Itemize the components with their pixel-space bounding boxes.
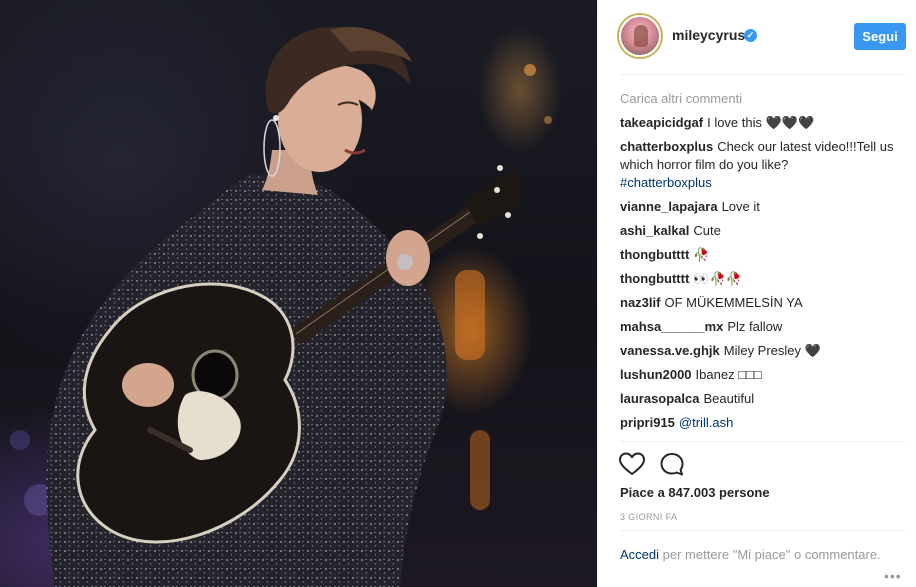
post-details-panel: mileycyrus ✓ Segui Carica altri commenti… — [597, 0, 916, 587]
likes-count[interactable]: Piace a 847.003 persone — [620, 485, 770, 500]
more-options-icon[interactable]: ••• — [884, 568, 902, 584]
post-photo-illustration — [10, 26, 552, 587]
comment-item: thongbutttt 👀🥀🥀 — [620, 270, 910, 288]
comment-hashtag-link[interactable]: #chatterboxplus — [620, 175, 712, 190]
comment-username[interactable]: lushun2000 — [620, 367, 692, 382]
comment-item: naz3lif OF MÜKEMMELSİN YA — [620, 294, 910, 312]
comment-username[interactable]: vanessa.ve.ghjk — [620, 343, 720, 358]
comment-item: pripri915 @trill.ash — [620, 414, 910, 432]
post-timestamp[interactable]: 3 GIORNI FA — [620, 512, 677, 522]
comment-text: Ibanez □□□ — [695, 367, 762, 382]
verified-badge-icon: ✓ — [744, 29, 757, 42]
comment-text: Plz fallow — [727, 319, 783, 334]
comment-item: mahsa______mx Plz fallow — [620, 318, 910, 336]
post-header: mileycyrus ✓ Segui — [598, 0, 916, 74]
avatar[interactable] — [619, 15, 661, 57]
comment-username[interactable]: laurasopalca — [620, 391, 700, 406]
login-prompt: Accedi per mettere "Mi piace" o commenta… — [620, 545, 900, 564]
login-link[interactable]: Accedi — [620, 547, 659, 562]
load-more-comments-link[interactable]: Carica altri commenti — [620, 90, 910, 108]
comment-item: lushun2000 Ibanez □□□ — [620, 366, 910, 384]
comment-text: I love this 🖤🖤🖤 — [707, 115, 815, 130]
follow-button[interactable]: Segui — [854, 23, 906, 50]
header-divider — [620, 74, 906, 75]
comment-username[interactable]: takeapicidgaf — [620, 115, 703, 130]
comment-username[interactable]: thongbutttt — [620, 247, 689, 262]
comment-username[interactable]: chatterboxplus — [620, 139, 713, 154]
comment-username[interactable]: naz3lif — [620, 295, 660, 310]
comment-item: thongbutttt 🥀 — [620, 246, 910, 264]
comment-text: 🥀 — [693, 247, 710, 262]
login-prompt-text: per mettere "Mi piace" o commentare. — [659, 547, 881, 562]
comment-item: ashi_kalkal Cute — [620, 222, 910, 240]
comment-username[interactable]: thongbutttt — [620, 271, 689, 286]
comment-mention-link[interactable]: @trill.ash — [679, 415, 733, 430]
comment-username[interactable]: vianne_lapajara — [620, 199, 718, 214]
comment-item: takeapicidgaf I love this 🖤🖤🖤 — [620, 114, 910, 132]
comment-item: laurasopalca Beautiful — [620, 390, 910, 408]
comment-item: vianne_lapajara Love it — [620, 198, 910, 216]
comment-bubble-icon[interactable] — [658, 451, 686, 479]
comment-text: Miley Presley 🖤 — [723, 343, 821, 358]
comments-list: Carica altri commenti takeapicidgaf I lov… — [620, 90, 910, 438]
comment-text: Cute — [693, 223, 721, 238]
comment-text: Beautiful — [703, 391, 755, 406]
comment-username[interactable]: pripri915 — [620, 415, 675, 430]
post-photo[interactable] — [0, 0, 597, 587]
comment-item: vanessa.ve.ghjk Miley Presley 🖤 — [620, 342, 910, 360]
footer-divider — [620, 530, 906, 531]
heart-outline-icon[interactable] — [618, 451, 646, 479]
comment-username[interactable]: mahsa______mx — [620, 319, 723, 334]
comment-item: chatterboxplus Check our latest video!!!T… — [620, 138, 910, 192]
comment-username[interactable]: ashi_kalkal — [620, 223, 689, 238]
comment-text: OF MÜKEMMELSİN YA — [664, 295, 803, 310]
comment-text: 👀🥀🥀 — [693, 271, 742, 286]
comment-text: Love it — [721, 199, 760, 214]
actions-divider — [620, 441, 906, 442]
username[interactable]: mileycyrus — [672, 27, 745, 43]
